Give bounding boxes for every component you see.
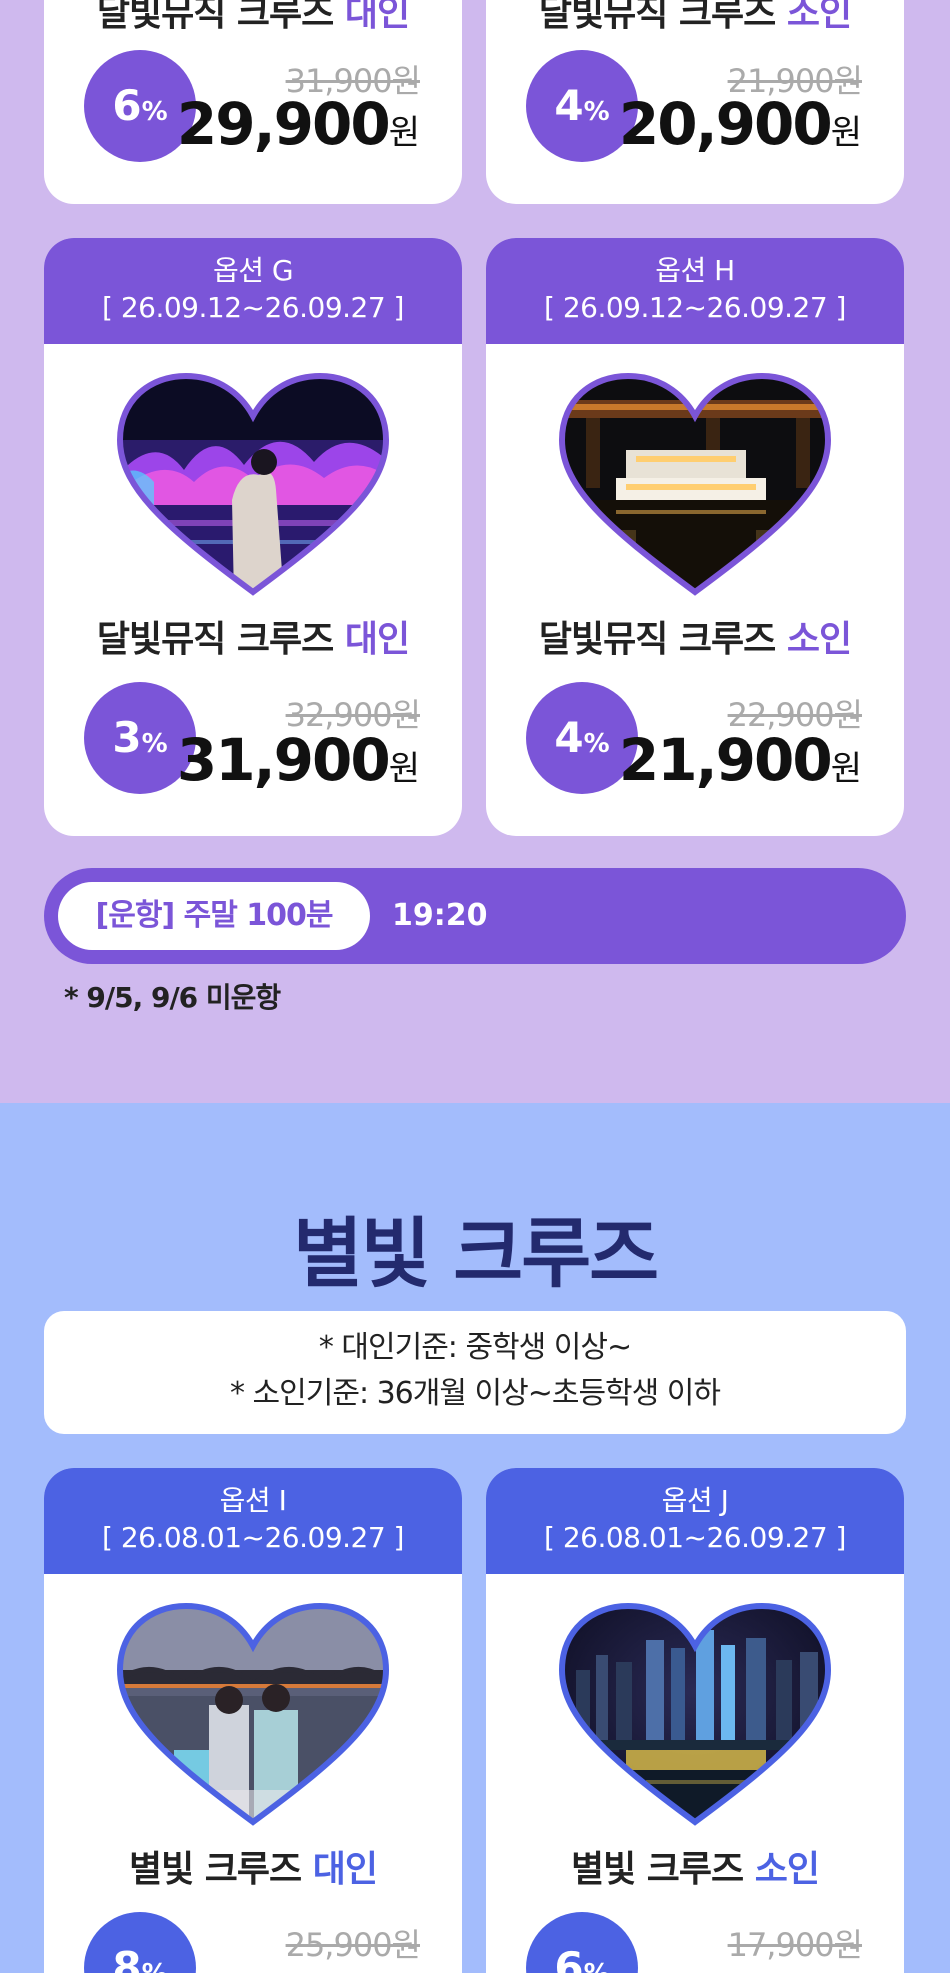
child-criteria: * 소인기준: 36개월 이상~초등학생 이하 — [230, 1376, 721, 1411]
product-card-child-top[interactable]: 달빛뮤직 크루즈 소인 4% 21,900원 20,900원 — [486, 0, 904, 204]
option-dates: [ 26.08.01~26.09.27 ] — [102, 1521, 404, 1554]
moonlight-cruise-section: 달빛뮤직 크루즈 대인 6% 31,900원 29,900원 달빛뮤직 크루즈 … — [0, 0, 950, 1103]
cruise-photo-heart — [114, 370, 392, 598]
sale-price: 29,900원 — [176, 90, 420, 158]
option-j-card[interactable]: 옵션 J [ 26.08.01~26.09.27 ] 별빛 크루즈 소인 6 1… — [486, 1468, 904, 1973]
option-dates: [ 26.09.12~26.09.27 ] — [102, 291, 404, 324]
option-dates: [ 26.08.01~26.09.27 ] — [544, 1521, 846, 1554]
section-title-text: 별빛 크루즈 — [292, 1209, 659, 1298]
option-label: 옵션 I — [219, 1484, 287, 1517]
product-name: 달빛뮤직 크루즈 소인 — [538, 0, 852, 34]
operation-label: [운항] 주말 100분 — [58, 882, 370, 950]
no-operation-note: * 9/5, 9/6 미운항 — [64, 981, 281, 1014]
option-header: 옵션 J [ 26.08.01~26.09.27 ] — [486, 1468, 904, 1574]
option-label: 옵션 G — [212, 254, 294, 287]
option-dates: [ 26.09.12~26.09.27 ] — [544, 291, 846, 324]
option-g-card[interactable]: 옵션 G [ 26.09.12~26.09.27 ] 달빛뮤직 크루즈 대인 3… — [44, 238, 462, 836]
cruise-photo-heart — [556, 1600, 834, 1828]
product-name: 별빛 크루즈 소인 — [571, 1849, 820, 1890]
age-criteria-box: * 대인기준: 중학생 이상~ * 소인기준: 36개월 이상~초등학생 이하 — [44, 1311, 906, 1434]
option-label: 옵션 J — [661, 1484, 729, 1517]
option-header: 옵션 I [ 26.08.01~26.09.27 ] — [44, 1468, 462, 1574]
cruise-photo-heart — [114, 1600, 392, 1828]
sale-price: 20,900원 — [618, 90, 862, 158]
sale-price: 21,900원 — [618, 726, 862, 794]
product-card-adult-top[interactable]: 달빛뮤직 크루즈 대인 6% 31,900원 29,900원 — [44, 0, 462, 204]
departure-time: 19:20 — [392, 898, 488, 933]
sale-price: 31,900원 — [176, 726, 420, 794]
product-name: 달빛뮤직 크루즈 대인 — [96, 619, 410, 660]
option-i-card[interactable]: 옵션 I [ 26.08.01~26.09.27 ] 별빛 크루즈 대인 8 2… — [44, 1468, 462, 1973]
original-price: 25,900원 — [285, 1926, 421, 1964]
product-name: 별빛 크루즈 대인 — [129, 1849, 378, 1890]
cruise-photo-heart — [556, 370, 834, 598]
discount-badge: 6% — [526, 1912, 638, 1973]
product-name: 달빛뮤직 크루즈 대인 — [96, 0, 410, 34]
product-name: 달빛뮤직 크루즈 소인 — [538, 619, 852, 660]
option-header: 옵션 H [ 26.09.12~26.09.27 ] — [486, 238, 904, 344]
adult-criteria: * 대인기준: 중학생 이상~ — [318, 1330, 632, 1365]
option-h-card[interactable]: 옵션 H [ 26.09.12~26.09.27 ] 달빛뮤직 크루즈 소인 4… — [486, 238, 904, 836]
operation-schedule-bar: [운항] 주말 100분 19:20 — [44, 868, 906, 964]
option-header: 옵션 G [ 26.09.12~26.09.27 ] — [44, 238, 462, 344]
original-price: 17,900원 — [727, 1926, 863, 1964]
option-label: 옵션 H — [655, 254, 735, 287]
discount-badge: 8% — [84, 1912, 196, 1973]
